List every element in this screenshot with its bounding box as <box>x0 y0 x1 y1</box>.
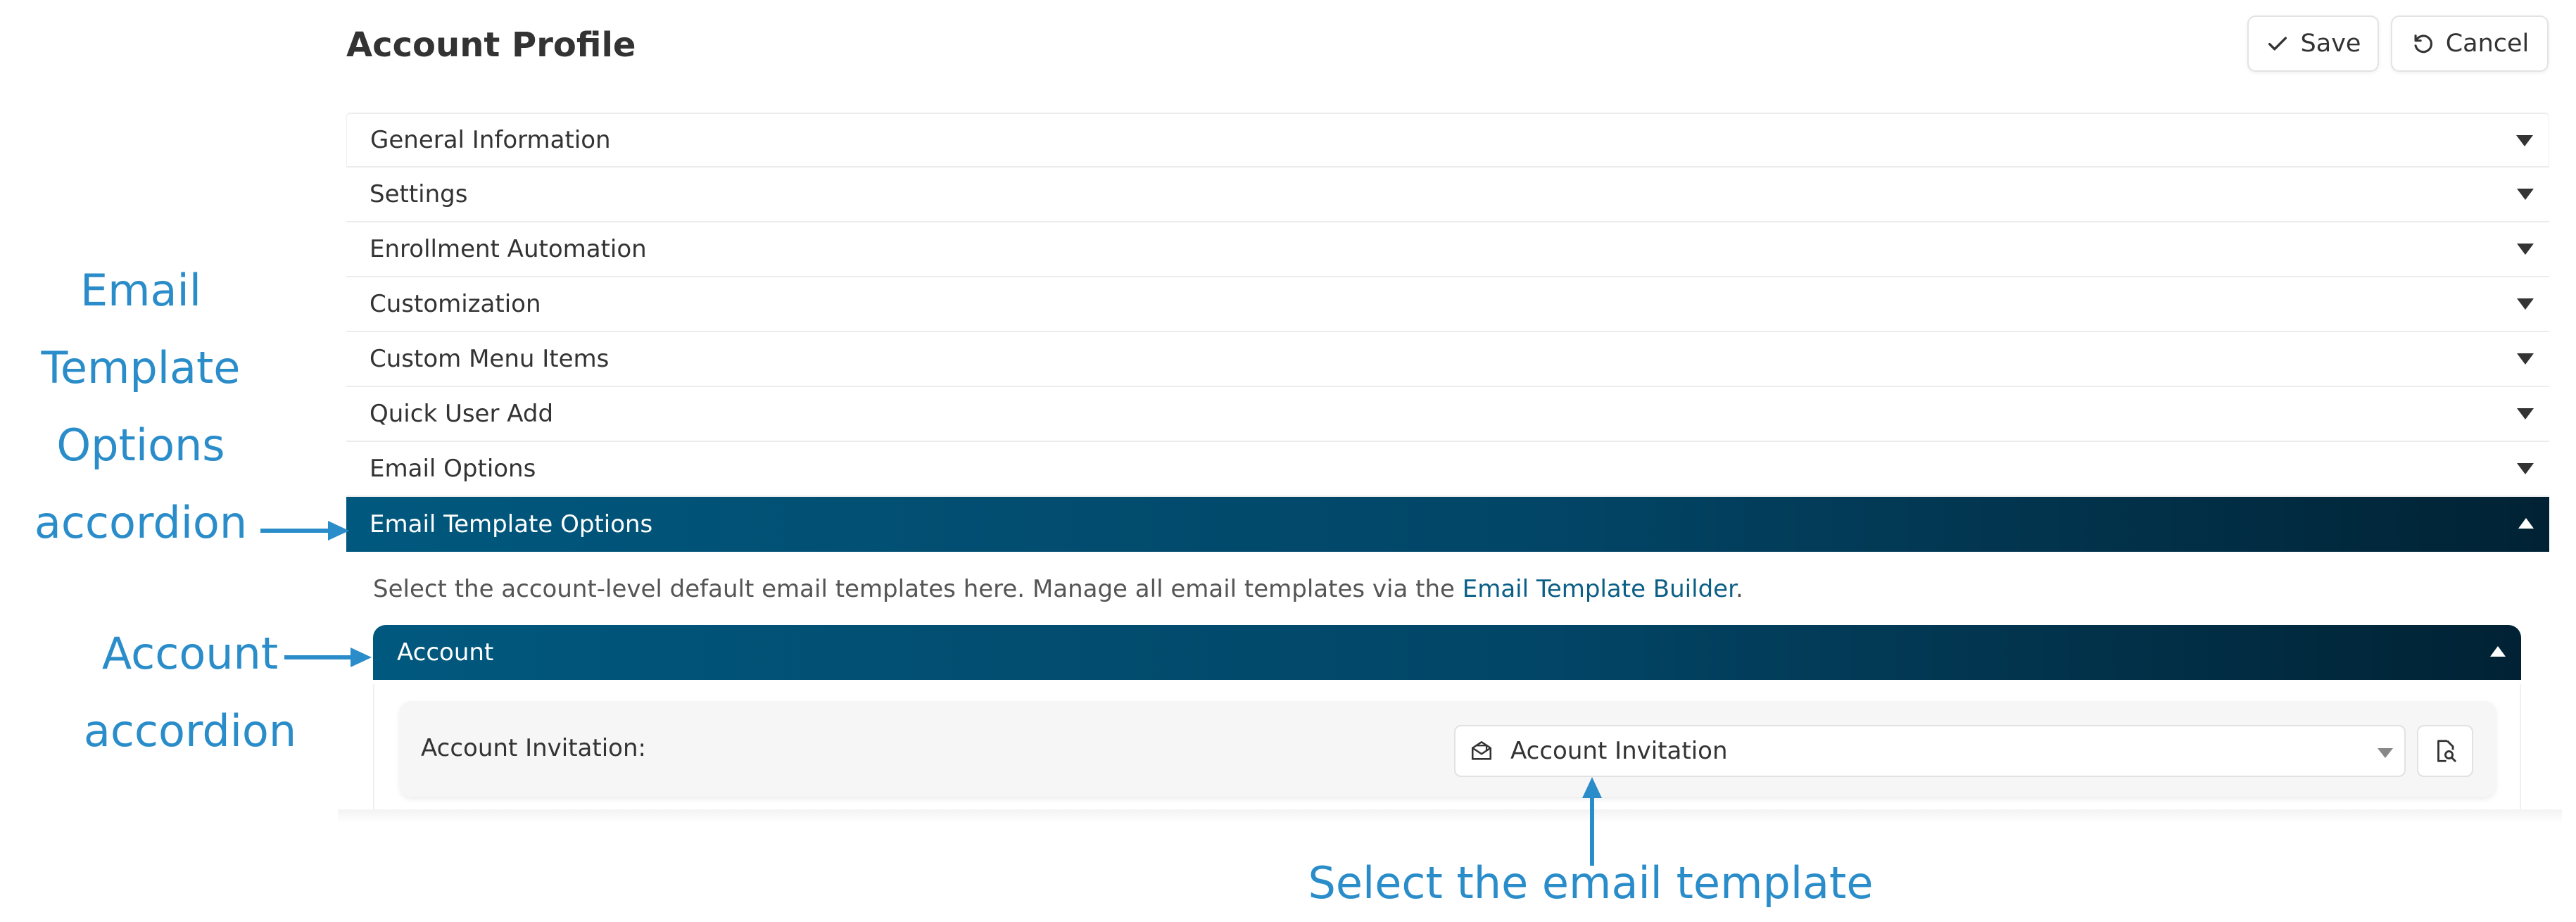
content-fade <box>338 809 2562 823</box>
annotation-line: Template <box>41 342 241 393</box>
accordion-label: Account <box>397 638 494 667</box>
accordion-label: General Information <box>370 126 611 154</box>
accordion-settings[interactable]: Settings <box>346 168 2549 222</box>
annotation-line: Account <box>101 628 279 679</box>
description-text: Select the account-level default email t… <box>373 575 1463 603</box>
caret-down-icon <box>2516 135 2533 146</box>
caret-down-icon <box>2517 463 2534 474</box>
save-button[interactable]: Save <box>2247 15 2379 72</box>
caret-down-icon <box>2517 353 2534 365</box>
annotation-account-accordion: Account accordion <box>42 615 338 770</box>
email-template-description: Select the account-level default email t… <box>373 573 1743 605</box>
preview-template-button[interactable] <box>2417 725 2473 777</box>
annotation-line: Email <box>80 265 201 316</box>
account-invitation-select[interactable]: Account Invitation <box>1454 725 2406 777</box>
dropdown-caret-icon <box>2378 748 2393 758</box>
accordion-custom-menu-items[interactable]: Custom Menu Items <box>346 332 2549 387</box>
accordion-customization[interactable]: Customization <box>346 277 2549 332</box>
accordion-label: Custom Menu Items <box>370 345 610 373</box>
caret-down-icon <box>2517 408 2534 419</box>
annotation-email-template-options: Email Template Options accordion <box>7 252 274 562</box>
caret-down-icon <box>2517 189 2534 200</box>
accordion-enrollment-automation[interactable]: Enrollment Automation <box>346 222 2549 277</box>
check-icon <box>2268 37 2287 51</box>
accordion-label: Enrollment Automation <box>370 235 647 263</box>
caret-up-icon <box>2490 646 2506 657</box>
selected-template: Account Invitation <box>1510 737 1728 765</box>
accordion-label: Quick User Add <box>370 400 554 428</box>
accordion-account[interactable]: Account <box>373 625 2521 680</box>
account-invitation-label: Account Invitation: <box>421 734 646 762</box>
description-suffix: . <box>1735 575 1743 603</box>
caret-down-icon <box>2517 298 2534 310</box>
page-title: Account Profile <box>346 25 636 65</box>
annotation-line: Options <box>56 419 225 471</box>
accordion-label: Email Options <box>370 455 536 483</box>
cancel-button-label: Cancel <box>2445 30 2530 58</box>
annotation-line: accordion <box>83 705 297 757</box>
accordion-general-information[interactable]: General Information <box>346 113 2549 168</box>
email-template-builder-link[interactable]: Email Template Builder <box>1463 575 1736 603</box>
email-template-icon <box>1471 740 1492 760</box>
caret-up-icon <box>2518 518 2534 529</box>
document-search-icon <box>2437 740 2456 762</box>
annotation-line: accordion <box>34 497 248 548</box>
accordion-label: Settings <box>370 180 468 208</box>
accordion-quick-user-add[interactable]: Quick User Add <box>346 387 2549 442</box>
arrow-head <box>351 648 372 667</box>
accordion-email-options[interactable]: Email Options <box>346 442 2549 497</box>
caret-down-icon <box>2517 244 2534 255</box>
accordion-label: Email Template Options <box>370 510 653 538</box>
accordion-email-template-options[interactable]: Email Template Options <box>346 497 2549 552</box>
accordion-label: Customization <box>370 290 541 318</box>
save-button-label: Save <box>2300 30 2361 58</box>
cancel-button[interactable]: Cancel <box>2391 15 2549 72</box>
annotation-select-template: Select the email template <box>1308 857 1874 909</box>
undo-icon <box>2414 34 2432 53</box>
